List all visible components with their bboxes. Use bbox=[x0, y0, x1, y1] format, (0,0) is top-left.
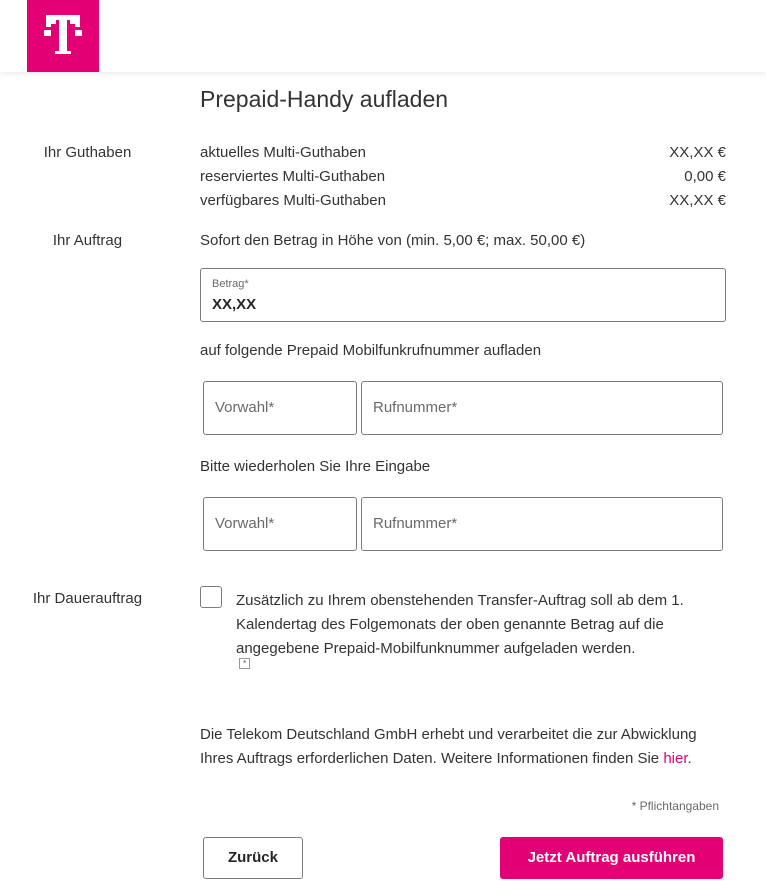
order-section-label: Ihr Auftrag bbox=[52, 232, 123, 249]
balance-row-label: aktuelles Multi-Guthaben bbox=[200, 144, 366, 161]
telekom-logo[interactable] bbox=[27, 0, 99, 72]
page-title: Prepaid-Handy aufladen bbox=[200, 86, 449, 112]
balance-row-label: verfügbares Multi-Guthaben bbox=[200, 192, 386, 209]
balance-row-value: 0,00 € bbox=[684, 168, 726, 185]
balance-row: aktuelles Multi-Guthaben XX,XX € bbox=[200, 144, 726, 161]
balance-row: verfügbares Multi-Guthaben XX,XX € bbox=[200, 192, 726, 209]
amount-field[interactable]: Betrag* XX,XX bbox=[200, 268, 726, 322]
number-intro: auf folgende Prepaid Mobilfunkrufnummer … bbox=[200, 342, 542, 359]
repeat-phone-number-placeholder: Rufnummer* bbox=[373, 515, 458, 532]
submit-order-button[interactable]: Jetzt Auftrag ausführen bbox=[500, 837, 723, 879]
telekom-t-icon bbox=[44, 15, 82, 54]
prefix-input[interactable]: Vorwahl* bbox=[203, 381, 357, 435]
privacy-suffix: . bbox=[687, 750, 692, 767]
amount-label: Betrag* bbox=[212, 278, 249, 290]
repeat-prefix-placeholder: Vorwahl* bbox=[215, 515, 275, 532]
standing-order-section-label: Ihr Dauerauftrag bbox=[32, 590, 143, 607]
phone-number-input[interactable]: Rufnummer* bbox=[361, 381, 723, 435]
prefix-placeholder: Vorwahl* bbox=[215, 399, 275, 416]
privacy-notice: Die Telekom Deutschland GmbH erhebt und … bbox=[200, 723, 720, 771]
standing-order-text: Zusätzlich zu Ihrem obenstehenden Transf… bbox=[236, 592, 684, 657]
info-icon[interactable]: * bbox=[239, 658, 250, 669]
repeat-intro: Bitte wiederholen Sie Ihre Eingabe bbox=[200, 458, 431, 475]
back-button[interactable]: Zurück bbox=[203, 837, 303, 879]
repeat-phone-number-input[interactable]: Rufnummer* bbox=[361, 497, 723, 551]
standing-order-checkbox[interactable] bbox=[200, 586, 222, 608]
balance-row-label: reserviertes Multi-Guthaben bbox=[200, 168, 386, 185]
privacy-text: Die Telekom Deutschland GmbH erhebt und … bbox=[200, 726, 697, 767]
balance-section-label: Ihr Guthaben bbox=[43, 144, 132, 161]
privacy-link[interactable]: hier bbox=[663, 750, 687, 767]
order-intro: Sofort den Betrag in Höhe von (min. 5,00… bbox=[200, 232, 586, 249]
balance-row: reserviertes Multi-Guthaben 0,00 € bbox=[200, 168, 726, 185]
site-header bbox=[0, 0, 766, 72]
repeat-prefix-input[interactable]: Vorwahl* bbox=[203, 497, 357, 551]
phone-number-placeholder: Rufnummer* bbox=[373, 399, 458, 416]
balance-row-value: XX,XX € bbox=[669, 192, 726, 209]
amount-value: XX,XX bbox=[212, 296, 257, 313]
balance-row-value: XX,XX € bbox=[669, 144, 726, 161]
required-fields-note: * Pflichtangaben bbox=[631, 799, 719, 813]
